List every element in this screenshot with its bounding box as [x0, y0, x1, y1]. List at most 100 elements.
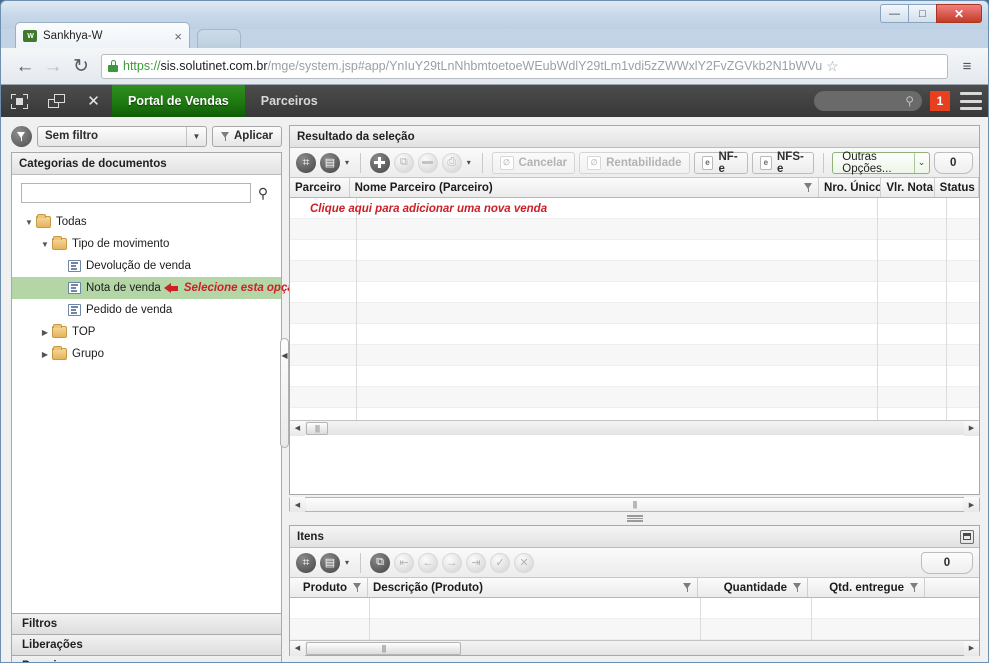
- filter-select[interactable]: Sem filtro ▼: [37, 125, 207, 147]
- cascade-window-icon[interactable]: [38, 85, 75, 117]
- table-row[interactable]: [290, 240, 979, 261]
- tree-expander-icon[interactable]: ▶: [38, 328, 52, 337]
- items-grid-rows[interactable]: [290, 598, 979, 640]
- accordion-section-parceiros[interactable]: Parceiros: [11, 656, 282, 662]
- scroll-left-button[interactable]: ◀: [290, 640, 305, 656]
- column-filter-icon[interactable]: [910, 583, 919, 592]
- table-row[interactable]: [290, 261, 979, 282]
- column-header-descri-o-produto-[interactable]: Descrição (Produto): [368, 578, 698, 597]
- close-window-icon[interactable]: ✕: [75, 85, 112, 117]
- chevron-down-icon[interactable]: ▾: [467, 158, 471, 167]
- scroll-right-button[interactable]: ▶: [964, 497, 979, 512]
- column-header-quantidade[interactable]: Quantidade: [698, 578, 808, 597]
- bookmark-star-icon[interactable]: ☆: [826, 58, 839, 75]
- chevron-down-icon[interactable]: ▾: [345, 158, 349, 167]
- apply-filter-button[interactable]: Aplicar: [212, 125, 282, 147]
- outras-opcoes-button[interactable]: Outras Opções... ⌄: [832, 151, 930, 175]
- tree-node-devolu-o-de-venda[interactable]: Devolução de venda: [12, 255, 281, 277]
- app-tab-portal-de-vendas[interactable]: Portal de Vendas: [112, 85, 245, 117]
- column-filter-icon[interactable]: [793, 583, 802, 592]
- annotation-arrow-left-icon: [163, 282, 179, 295]
- chevron-down-icon[interactable]: ▾: [345, 558, 349, 567]
- scroll-left-button[interactable]: ◀: [290, 497, 305, 512]
- accordion-section-filtros[interactable]: Filtros: [11, 614, 282, 635]
- restore-window-icon[interactable]: [1, 85, 38, 117]
- nfe-button[interactable]: e NF-e: [693, 150, 748, 175]
- maximize-icon[interactable]: [960, 529, 974, 544]
- nfe-label: NF-e: [718, 150, 738, 175]
- search-icon[interactable]: ⚲: [251, 185, 275, 202]
- selection-grid-rows[interactable]: Clique aqui para adicionar uma nova vend…: [290, 198, 979, 420]
- app-tab-parceiros[interactable]: Parceiros: [245, 85, 334, 117]
- new-tab-button[interactable]: [197, 29, 241, 49]
- tree-expander-icon[interactable]: ▼: [22, 218, 36, 227]
- column-header-nome-parceiro-parceiro-[interactable]: Nome Parceiro (Parceiro): [350, 178, 820, 197]
- tree-node-grupo[interactable]: ▶ Grupo: [12, 343, 281, 365]
- column-filter-icon[interactable]: [804, 183, 813, 192]
- tree-node-pedido-de-venda[interactable]: Pedido de venda: [12, 299, 281, 321]
- table-row[interactable]: [290, 408, 979, 420]
- accordion-section-libera-es[interactable]: Liberações: [11, 635, 282, 656]
- nfse-button[interactable]: e NFS-e: [751, 151, 814, 175]
- rentabilidade-label: Rentabilidade: [606, 156, 682, 169]
- hamburger-icon[interactable]: [960, 92, 982, 110]
- outer-hscrollbar[interactable]: ◀ |||| ▶: [289, 497, 980, 512]
- browser-menu-icon[interactable]: ≡: [956, 59, 978, 74]
- tree-node-nota-de-venda[interactable]: Nota de venda Selecione esta opção: [12, 277, 301, 299]
- add-record-button[interactable]: [369, 152, 390, 173]
- column-filter-icon[interactable]: [683, 583, 692, 592]
- app-search-input[interactable]: ⚲: [814, 91, 922, 111]
- chevron-down-icon[interactable]: ▼: [186, 126, 206, 146]
- tree-node-label: Tipo de movimento: [72, 238, 170, 250]
- scroll-thumb[interactable]: ||||: [306, 498, 963, 511]
- panel-splitter[interactable]: [289, 514, 980, 523]
- address-bar[interactable]: https://sis.solutinet.com.br/mge/system.…: [101, 53, 948, 79]
- table-row[interactable]: [290, 282, 979, 303]
- scroll-right-button[interactable]: ▶: [964, 420, 979, 436]
- tree-node-top[interactable]: ▶ TOP: [12, 321, 281, 343]
- column-header-produto[interactable]: Produto: [290, 578, 368, 597]
- column-header-parceiro[interactable]: Parceiro: [290, 178, 350, 197]
- chevron-down-icon[interactable]: ⌄: [913, 152, 929, 173]
- table-row[interactable]: [290, 219, 979, 240]
- table-row[interactable]: [290, 366, 979, 387]
- scroll-left-button[interactable]: ◀: [290, 420, 305, 436]
- notification-badge[interactable]: 1: [930, 91, 950, 111]
- column-header-status[interactable]: Status: [935, 178, 979, 197]
- scroll-thumb[interactable]: ||||: [306, 641, 461, 655]
- selection-grid-hscrollbar[interactable]: ◀ |||| ▶: [290, 420, 979, 436]
- table-row[interactable]: [290, 619, 979, 640]
- reload-icon[interactable]: ↻: [67, 57, 95, 76]
- scroll-track[interactable]: ||||: [305, 498, 964, 511]
- tree-expander-icon[interactable]: ▼: [38, 240, 52, 249]
- grid-view-icon[interactable]: ⌗: [296, 152, 316, 173]
- scroll-thumb[interactable]: ||||: [306, 421, 328, 435]
- document-icon[interactable]: ▤: [320, 552, 340, 573]
- filter-add-icon[interactable]: [11, 125, 32, 147]
- column-header-nro-nico[interactable]: Nro. Único: [819, 178, 882, 197]
- table-row[interactable]: [290, 598, 979, 619]
- column-filter-icon[interactable]: [353, 583, 362, 592]
- table-row[interactable]: [290, 387, 979, 408]
- add-new-record-hint[interactable]: Clique aqui para adicionar uma nova vend…: [290, 198, 979, 219]
- tree-expander-icon[interactable]: ▶: [38, 350, 52, 359]
- column-header-vlr-nota[interactable]: Vlr. Nota: [881, 178, 935, 197]
- category-search-input[interactable]: [21, 183, 251, 203]
- grid-view-icon[interactable]: ⌗: [296, 552, 316, 573]
- close-tab-icon[interactable]: ×: [170, 29, 182, 44]
- copy-item-button[interactable]: ⧉: [370, 552, 391, 573]
- browser-tab[interactable]: W Sankhya-W ×: [15, 22, 190, 49]
- column-header-qtd-entregue[interactable]: Qtd. entregue: [808, 578, 925, 597]
- category-search-row: ⚲: [12, 175, 281, 207]
- sidebar-collapse-handle[interactable]: ◀: [280, 205, 289, 505]
- scroll-right-button[interactable]: ▶: [964, 640, 979, 656]
- table-row[interactable]: [290, 303, 979, 324]
- back-icon[interactable]: ←: [11, 57, 39, 76]
- table-row[interactable]: [290, 324, 979, 345]
- tree-node-todas[interactable]: ▼ Todas: [12, 211, 281, 233]
- tree-node-tipo-de-movimento[interactable]: ▼ Tipo de movimento: [12, 233, 281, 255]
- grid-column-divider: [369, 598, 370, 640]
- document-icon[interactable]: ▤: [320, 152, 340, 173]
- table-row[interactable]: [290, 345, 979, 366]
- items-grid-hscrollbar[interactable]: ◀ |||| ▶: [290, 640, 979, 656]
